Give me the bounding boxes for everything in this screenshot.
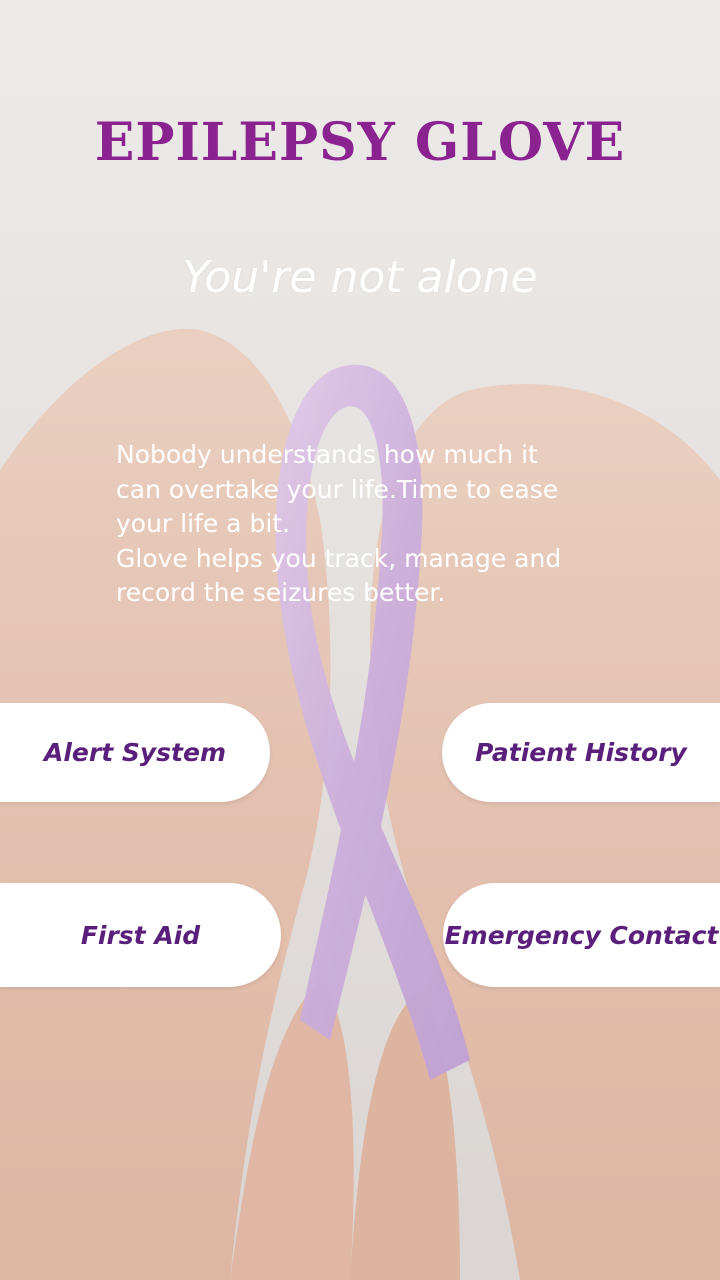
description-text: Nobody understands how much it can overt… <box>116 440 562 607</box>
tagline: You're not alone <box>182 252 538 303</box>
alert-system-label: Alert System <box>44 738 226 767</box>
patient-history-label: Patient History <box>475 738 687 767</box>
app-title: EPILEPSY GLOVE <box>94 112 626 173</box>
first-aid-button[interactable]: First Aid <box>0 883 281 987</box>
home-screen: EPILEPSY GLOVE You're not alone Nobody u… <box>0 0 720 1280</box>
background-photo <box>0 0 720 1280</box>
patient-history-button[interactable]: Patient History <box>442 703 720 802</box>
emergency-contact-label: Emergency Contact <box>444 920 719 950</box>
first-aid-label: First Aid <box>80 920 201 950</box>
alert-system-button[interactable]: Alert System <box>0 703 270 802</box>
emergency-contact-button[interactable]: Emergency Contact <box>443 883 720 987</box>
